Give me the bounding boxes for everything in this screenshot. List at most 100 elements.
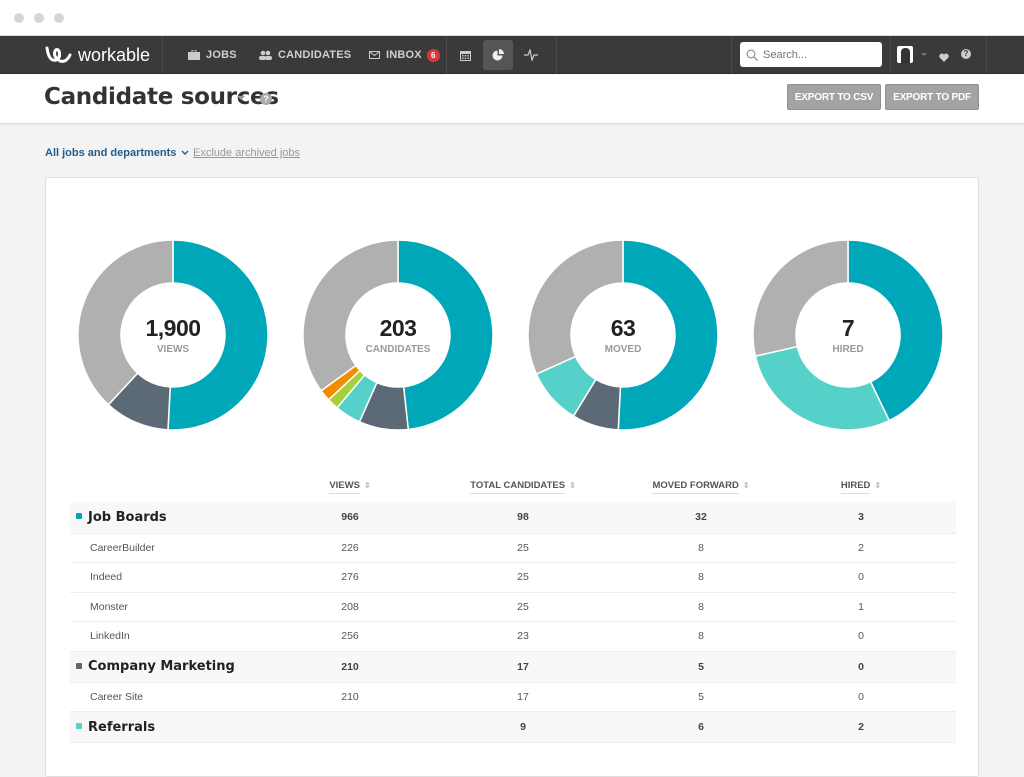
envelope-icon: [369, 51, 380, 59]
heart-icon[interactable]: [939, 49, 949, 67]
donut-chart-views[interactable]: 1,900 VIEWS: [77, 239, 269, 431]
donut-chart-candidates[interactable]: 203 CANDIDATES: [302, 239, 494, 431]
donut-chart-hired[interactable]: 7 HIRED: [752, 239, 944, 431]
source-name: Career Site: [90, 690, 144, 703]
donut-svg: [527, 239, 719, 431]
page-help-icon[interactable]: ?: [260, 93, 272, 105]
window-maximize-button[interactable]: [54, 13, 64, 23]
source-name: LinkedIn: [90, 630, 130, 643]
sort-icon: ⇕: [569, 481, 576, 490]
donut-slice-job-boards[interactable]: [167, 239, 269, 431]
candidates-cell: 25: [410, 562, 636, 593]
column-header-moved-forward[interactable]: MOVED FORWARD ⇕: [636, 480, 766, 502]
donut-slice-job-boards[interactable]: [617, 239, 719, 431]
page-header: Candidate sources ? EXPORT TO CSV EXPORT…: [0, 74, 1024, 124]
calendar-button[interactable]: [450, 40, 480, 70]
workable-logo-icon: [45, 46, 72, 63]
candidates-cell: 9: [410, 711, 636, 743]
donut-slice-other[interactable]: [527, 239, 624, 376]
column-header-total-candidates[interactable]: TOTAL CANDIDATES ⇕: [410, 480, 636, 502]
caret-down-icon[interactable]: [921, 53, 927, 56]
donut-chart-moved[interactable]: 63 MOVED: [527, 239, 719, 431]
nav-divider: [890, 36, 891, 74]
column-header-views[interactable]: VIEWS ⇕: [290, 480, 410, 502]
donut-slice-other[interactable]: [77, 239, 174, 406]
donut-slice-other[interactable]: [752, 239, 849, 358]
table-row[interactable]: Indeed 276 25 8 0: [70, 562, 956, 593]
table-row[interactable]: Career Site 210 17 5 0: [70, 682, 956, 712]
pie-chart-icon: [492, 49, 504, 61]
views-cell: 256: [290, 621, 410, 652]
sort-icon: ⇕: [363, 481, 371, 490]
search-input[interactable]: [763, 48, 873, 61]
table-group-row[interactable]: Company Marketing 210 17 5 0: [70, 651, 956, 683]
reports-button[interactable]: [483, 40, 513, 70]
donut-svg: [752, 239, 944, 431]
sort-icon: ⇕: [742, 481, 750, 490]
source-name-cell: CareerBuilder: [70, 533, 290, 563]
moved-cell: 6: [636, 711, 766, 743]
activity-icon: [524, 49, 538, 61]
search-box[interactable]: [740, 42, 882, 67]
donut-slice-referrals[interactable]: [754, 345, 891, 431]
candidates-cell: 17: [410, 651, 636, 683]
table-row[interactable]: CareerBuilder 226 25 8 2: [70, 533, 956, 563]
search-icon: [746, 49, 758, 61]
views-cell: [290, 711, 410, 743]
people-icon: [259, 50, 272, 60]
user-avatar[interactable]: [897, 46, 913, 63]
column-header-hired[interactable]: HIRED ⇕: [766, 480, 956, 502]
moved-cell: 8: [636, 562, 766, 593]
nav-divider: [986, 36, 987, 74]
export-csv-button[interactable]: EXPORT TO CSV: [787, 84, 881, 110]
filter-bar: All jobs and departments Exclude archive…: [45, 147, 300, 159]
source-name-cell: Monster: [70, 592, 290, 622]
hired-cell: 0: [766, 682, 956, 712]
moved-cell: 32: [636, 502, 766, 534]
help-icon[interactable]: ?: [961, 49, 971, 59]
donut-slice-other[interactable]: [302, 239, 399, 392]
source-name-cell: Indeed: [70, 562, 290, 593]
source-name: Job Boards: [88, 509, 167, 525]
top-navigation: workable JOBS CANDIDATES INBOX 6 Search.…: [0, 36, 1024, 74]
candidates-cell: 25: [410, 533, 636, 563]
donut-slice-job-boards[interactable]: [397, 239, 494, 431]
source-color-swatch: [76, 723, 82, 729]
nav-divider: [446, 36, 447, 74]
column-label: HIRED: [840, 480, 871, 494]
table-header-row: VIEWS ⇕ TOTAL CANDIDATES ⇕ MOVED FORWARD ⇕ …: [70, 480, 956, 502]
nav-item-candidates[interactable]: CANDIDATES: [259, 36, 351, 74]
window-close-button[interactable]: [14, 13, 24, 23]
source-name: CareerBuilder: [90, 541, 155, 554]
briefcase-icon: [188, 50, 200, 60]
report-card: 1,900 VIEWS 203 CANDIDATES 63 MOVED 7 HIRED VIE…: [45, 177, 979, 777]
table-row[interactable]: Monster 208 25 8 1: [70, 592, 956, 622]
table-group-row[interactable]: Referrals 9 6 2: [70, 711, 956, 743]
hired-cell: 2: [766, 711, 956, 743]
table-row[interactable]: LinkedIn 256 23 8 0: [70, 621, 956, 652]
hired-cell: 0: [766, 651, 956, 683]
workable-logo[interactable]: workable: [44, 44, 150, 66]
nav-item-jobs[interactable]: JOBS: [188, 36, 237, 74]
activity-button[interactable]: [516, 40, 546, 70]
moved-cell: 5: [636, 651, 766, 683]
column-label: MOVED FORWARD: [652, 480, 739, 494]
sources-table: VIEWS ⇕ TOTAL CANDIDATES ⇕ MOVED FORWARD ⇕ …: [70, 480, 956, 743]
views-cell: 966: [290, 502, 410, 534]
department-filter-dropdown[interactable]: All jobs and departments: [45, 147, 189, 159]
column-label: VIEWS: [329, 480, 360, 494]
table-group-row[interactable]: Job Boards 966 98 32 3: [70, 502, 956, 534]
export-pdf-button[interactable]: EXPORT TO PDF: [885, 84, 979, 110]
views-cell: 276: [290, 562, 410, 593]
exclude-archived-link[interactable]: Exclude archived jobs: [193, 147, 300, 159]
nav-item-inbox[interactable]: INBOX 6: [369, 36, 440, 74]
source-name: Monster: [90, 600, 128, 613]
calendar-icon: [459, 50, 471, 61]
sort-icon: ⇕: [874, 481, 882, 490]
moved-cell: 8: [636, 621, 766, 652]
hired-cell: 1: [766, 592, 956, 622]
candidates-cell: 98: [410, 502, 636, 534]
department-filter-label: All jobs and departments: [45, 147, 177, 159]
title-dropdown-icon[interactable]: [237, 96, 245, 100]
window-minimize-button[interactable]: [34, 13, 44, 23]
